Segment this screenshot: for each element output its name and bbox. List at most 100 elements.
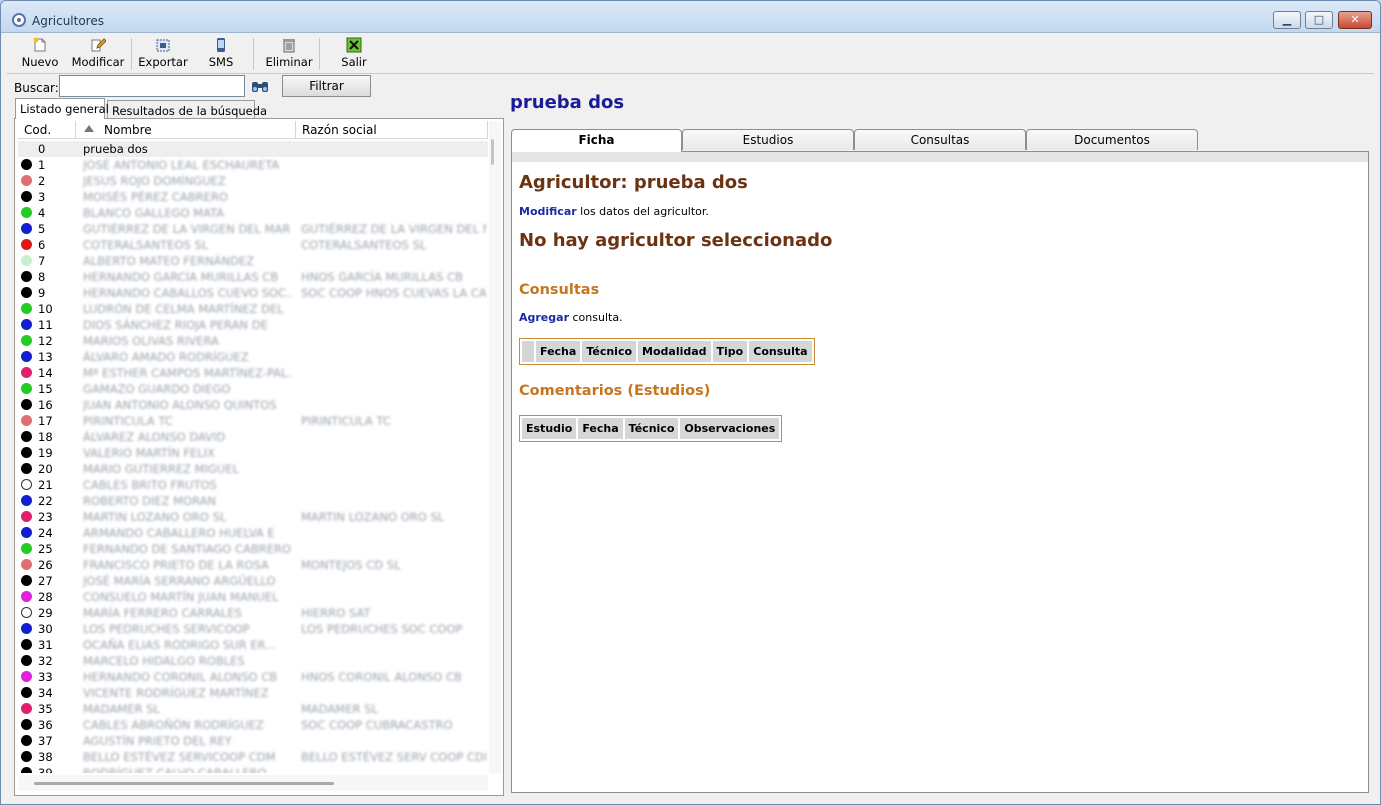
list-item[interactable]: 5 GUTIÉRREZ DE LA VIRGEN DEL MAR GUTIÉRREZ… [18, 221, 488, 237]
list-item[interactable]: 17 PIRINTICULA TC PIRINTICULA TC [18, 413, 488, 429]
maximize-button[interactable]: □ [1305, 11, 1333, 29]
column-header-nombre[interactable]: Nombre [76, 121, 296, 139]
list-item[interactable]: 38 BELLO ESTÉVEZ SERVICOOP CDM BELLO ESTÉV… [18, 749, 488, 765]
list-item[interactable]: 14 Mª ESTHER CAMPOS MARTÍNEZ-PAL... [18, 365, 488, 381]
list-item[interactable]: 6 COTERALSANTEOS SL COTERALSANTEOS SL [18, 237, 488, 253]
farmer-list[interactable]: Cod. Nombre Razón social 0 prueba dos 1 JOS… [18, 121, 488, 773]
list-item[interactable]: 24 ARMANDO CABALLERO HUELVA E [18, 525, 488, 541]
tab-estudios[interactable]: Estudios [682, 129, 854, 150]
list-item[interactable]: 29 MARÍA FERRERO CARRALES HIERRO SAT [18, 605, 488, 621]
list-item[interactable]: 9 HERNANDO CABALLOS CUEVO SOC... SOC COOP … [18, 285, 488, 301]
row-razon-social: SOC COOP CUBRACASTRO [301, 718, 453, 732]
tab-documentos[interactable]: Documentos [1026, 129, 1198, 150]
list-item[interactable]: 26 FRANCISCO PRIETO DE LA ROSA MONTEJOS CD… [18, 557, 488, 573]
list-item[interactable]: 15 GAMAZO GUARDO DIEGO [18, 381, 488, 397]
close-button[interactable]: ✕ [1338, 11, 1372, 29]
list-item[interactable]: 4 BLANCO GALLEGO MATA [18, 205, 488, 221]
list-item[interactable]: 1 JOSÉ ANTONIO LEAL ESCHAURETA [18, 157, 488, 173]
list-item[interactable]: 18 ÁLVAREZ ALONSO DAVID [18, 429, 488, 445]
agricultor-heading: Agricultor: prueba dos [519, 172, 748, 193]
tab-listado-general[interactable]: Listado general [15, 98, 109, 119]
row-name: CABLES ABROÑÓN RODRÍGUEZ [83, 718, 264, 732]
list-item[interactable]: 34 VICENTE RODRÍGUEZ MARTÍNEZ [18, 685, 488, 701]
status-dot-icon [21, 623, 32, 634]
modify-button[interactable]: Modificar [67, 34, 129, 74]
list-item[interactable]: 23 MARTIN LOZANO ORO SL MARTIN LOZANO ORO … [18, 509, 488, 525]
add-consulta-link[interactable]: Agregar [519, 311, 569, 324]
list-item[interactable]: 31 OCAÑA ELIAS RODRIGO SUR ER... [18, 637, 488, 653]
comentarios-col-observaciones: Observaciones [680, 418, 780, 439]
list-item[interactable]: 3 MOISÉS PÉREZ CABRERO [18, 189, 488, 205]
minimize-button[interactable]: ▁ [1273, 11, 1301, 29]
list-item[interactable]: 10 LUDRÓN DE CELMA MARTÍNEZ DEL [18, 301, 488, 317]
row-name: ALBERTO MATEO FERNÁNDEZ [83, 254, 255, 268]
delete-label: Eliminar [265, 55, 313, 69]
list-item[interactable]: 21 CABLES BRITO FRUTOS [18, 477, 488, 493]
row-code: 10 [38, 302, 53, 316]
status-dot-icon [21, 495, 32, 506]
list-item[interactable]: 30 LOS PEDRUCHES SERVICOOP LOS PEDRUCHES S… [18, 621, 488, 637]
status-dot-icon [21, 223, 32, 234]
column-header-razon-social[interactable]: Razón social [296, 121, 488, 139]
modify-line: Modificar los datos del agricultor. [519, 205, 709, 218]
list-item[interactable]: 0 prueba dos [18, 141, 488, 157]
row-code: 4 [38, 206, 46, 220]
delete-button[interactable]: Eliminar [261, 34, 317, 74]
binoculars-icon[interactable] [251, 77, 269, 95]
list-item[interactable]: 22 ROBERTO DIEZ MORAN [18, 493, 488, 509]
tab-resultados-busqueda[interactable]: Resultados de la búsqueda [107, 100, 267, 120]
row-name: MARCELO HIDALGO ROBLES [83, 654, 245, 668]
row-name: CONSUELO MARTÍN JUAN MANUEL [83, 590, 279, 604]
list-item[interactable]: 2 JESUS ROJO DOMÍNGUEZ [18, 173, 488, 189]
column-header-nombre-label: Nombre [104, 123, 152, 137]
list-item[interactable]: 35 MADAMER SL MADAMER SL [18, 701, 488, 717]
new-label: Nuevo [21, 55, 59, 69]
new-button[interactable]: Nuevo [17, 34, 63, 74]
list-item[interactable]: 32 MARCELO HIDALGO ROBLES [18, 653, 488, 669]
row-name: GUTIÉRREZ DE LA VIRGEN DEL MAR [83, 222, 291, 236]
row-code: 21 [38, 478, 53, 492]
horizontal-scroll-thumb[interactable] [34, 782, 334, 785]
list-item[interactable]: 27 JOSÉ MARÍA SERRANO ARGÜELLO [18, 573, 488, 589]
list-item[interactable]: 8 HERNANDO GARCÍA MURILLAS CB HNOS GARCÍA … [18, 269, 488, 285]
list-item[interactable]: 28 CONSUELO MARTÍN JUAN MANUEL [18, 589, 488, 605]
status-dot-icon [21, 383, 32, 394]
vertical-scrollbar[interactable] [489, 121, 501, 773]
tab-consultas[interactable]: Consultas [854, 129, 1026, 150]
list-item[interactable]: 39 RODRÍGUEZ CALVO CABALLERO [18, 765, 488, 773]
row-code: 5 [38, 222, 46, 236]
filter-button[interactable]: Filtrar [282, 75, 371, 97]
status-dot-icon [21, 239, 32, 250]
export-button[interactable]: Exportar [137, 34, 189, 74]
sms-button[interactable]: SMS [199, 34, 243, 74]
consultas-col-tecnico: Técnico [582, 341, 637, 362]
list-item[interactable]: 37 AGUSTÍN PRIETO DEL REY [18, 733, 488, 749]
list-item[interactable]: 20 MARIO GUTIERREZ MIGUEL [18, 461, 488, 477]
row-name: RODRÍGUEZ CALVO CABALLERO [83, 766, 267, 773]
sort-ascending-icon [84, 125, 94, 132]
row-name: HERNANDO GARCÍA MURILLAS CB [83, 270, 279, 284]
modify-link[interactable]: Modificar [519, 205, 577, 218]
list-item[interactable]: 11 DIOS SÁNCHEZ RIOJA PERAN DE [18, 317, 488, 333]
horizontal-scrollbar[interactable] [18, 775, 488, 791]
vertical-scroll-thumb[interactable] [491, 139, 494, 165]
search-input[interactable] [59, 75, 245, 97]
row-code: 38 [38, 750, 53, 764]
row-code: 0 [38, 142, 46, 156]
toolbar-separator [131, 38, 132, 70]
status-dot-icon [21, 751, 32, 762]
list-item[interactable]: 36 CABLES ABROÑÓN RODRÍGUEZ SOC COOP CUBRA… [18, 717, 488, 733]
exit-button[interactable]: Salir [333, 34, 375, 74]
list-item[interactable]: 13 ÁLVARO AMADO RODRÍGUEZ [18, 349, 488, 365]
tab-ficha[interactable]: Ficha [511, 129, 682, 152]
list-item[interactable]: 12 MARIOS OLIVAS RIVERA [18, 333, 488, 349]
row-name: VICENTE RODRÍGUEZ MARTÍNEZ [83, 686, 269, 700]
list-item[interactable]: 25 FERNANDO DE SANTIAGO CABRERO [18, 541, 488, 557]
column-header-cod[interactable]: Cod. [18, 121, 76, 139]
status-dot-icon [21, 527, 32, 538]
list-item[interactable]: 19 VALERIO MARTÍN FELIX [18, 445, 488, 461]
list-item[interactable]: 7 ALBERTO MATEO FERNÁNDEZ [18, 253, 488, 269]
list-item[interactable]: 33 HERNANDO CORONIL ALONSO CB HNOS CORONIL… [18, 669, 488, 685]
list-item[interactable]: 16 JUAN ANTONIO ALONSO QUINTOS [18, 397, 488, 413]
row-code: 36 [38, 718, 53, 732]
